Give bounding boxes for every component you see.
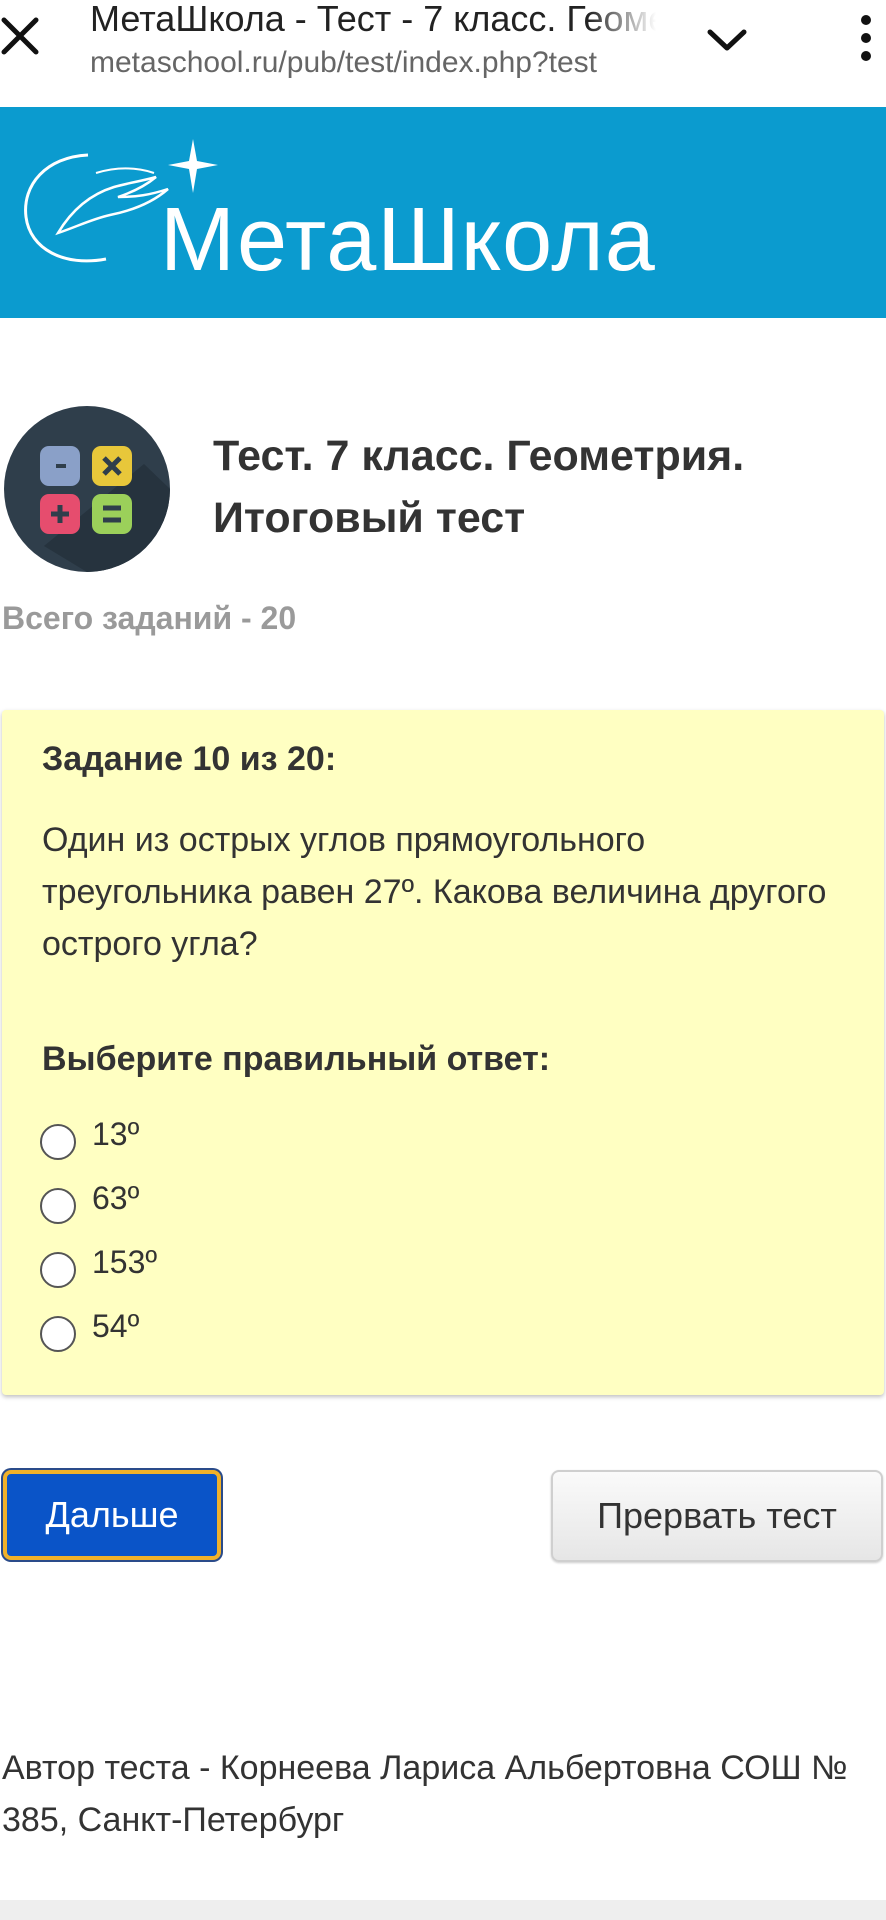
tab-title: МетаШкола - Тест - 7 класс. Геометрия (90, 0, 656, 39)
logo-text: МетаШкола (160, 190, 656, 290)
radio-button[interactable] (40, 1124, 76, 1160)
browser-top-bar: МетаШкола - Тест - 7 класс. Геометрия me… (0, 0, 886, 107)
question-card: Задание 10 из 20: Один из острых углов п… (2, 710, 884, 1395)
chevron-down-icon (707, 29, 747, 51)
bottom-strip (0, 1900, 886, 1920)
author-info: Автор теста - Корнеева Лариса Альбертовн… (2, 1749, 848, 1839)
question-number: Задание 10 из 20: (42, 740, 337, 778)
option-label: 63º (92, 1180, 140, 1216)
close-icon (1, 17, 39, 55)
radio-button[interactable] (40, 1316, 76, 1352)
answer-option[interactable]: 153º (40, 1240, 440, 1300)
calculator-icon (4, 406, 170, 572)
more-menu-button[interactable] (848, 10, 884, 66)
total-tasks: Всего заданий - 20 (2, 600, 297, 636)
next-button[interactable]: Дальше (3, 1470, 221, 1560)
answer-option[interactable]: 13º (40, 1112, 440, 1172)
radio-button[interactable] (40, 1252, 76, 1288)
site-banner: МетаШкола (0, 107, 886, 318)
expand-button[interactable] (702, 18, 752, 62)
stop-test-button-label: Прервать тест (597, 1495, 837, 1536)
answer-option[interactable]: 54º (40, 1304, 440, 1364)
more-vert-icon (861, 15, 871, 61)
option-label: 54º (92, 1308, 140, 1344)
answer-option[interactable]: 63º (40, 1176, 440, 1236)
test-title: Тест. 7 класс. Геометрия. Итоговый тест (213, 432, 745, 542)
option-label: 13º (92, 1116, 140, 1152)
tab-url[interactable]: metaschool.ru/pub/test/index.php?test (90, 46, 656, 80)
stop-test-button[interactable]: Прервать тест (551, 1470, 883, 1562)
question-text: Один из острых углов прямоугольного треу… (42, 821, 827, 963)
radio-button[interactable] (40, 1188, 76, 1224)
next-button-label: Дальше (45, 1494, 179, 1535)
close-tab-button[interactable] (0, 14, 44, 58)
option-label: 153º (92, 1244, 158, 1280)
answer-prompt: Выберите правильный ответ: (42, 1040, 551, 1078)
